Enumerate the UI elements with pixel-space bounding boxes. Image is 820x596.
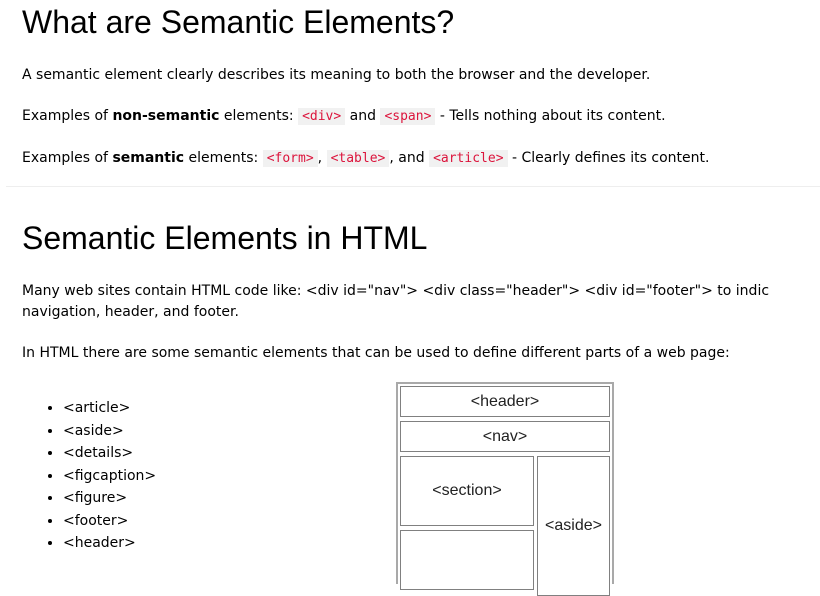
list-item: <aside>: [63, 420, 156, 443]
code-div: <div>: [298, 108, 346, 125]
page-title: What are Semantic Elements?: [22, 4, 455, 40]
list-item: <article>: [63, 397, 156, 420]
non-semantic-examples: Examples of non-semantic elements: <div>…: [22, 108, 666, 125]
diagram-aside: <aside>: [537, 456, 610, 596]
code-article: <article>: [429, 150, 508, 167]
diagram-nav: <nav>: [400, 421, 610, 452]
code-form: <form>: [262, 150, 318, 167]
divider: [6, 186, 820, 187]
diagram-section: <section>: [400, 456, 534, 526]
semantic-elements-list: <article> <aside> <details> <figcaption>…: [22, 397, 156, 555]
list-item: <header>: [63, 532, 156, 555]
diagram-header: <header>: [400, 386, 610, 417]
list-item: <footer>: [63, 510, 156, 533]
semantic-examples: Examples of semantic elements: <form>, <…: [22, 150, 710, 167]
html-code-text-line1: Many web sites contain HTML code like: <…: [22, 283, 770, 299]
list-item: <figcaption>: [63, 465, 156, 488]
semantic-parts-text: In HTML there are some semantic elements…: [22, 345, 730, 361]
diagram-article: [400, 530, 534, 590]
code-span: <span>: [380, 108, 436, 125]
html-code-text-line2: navigation, header, and footer.: [22, 304, 239, 320]
code-table: <table>: [326, 150, 390, 167]
list-item: <figure>: [63, 487, 156, 510]
intro-text: A semantic element clearly describes its…: [22, 67, 651, 83]
section-title: Semantic Elements in HTML: [22, 220, 428, 256]
list-item: <details>: [63, 442, 156, 465]
layout-diagram: <header> <nav> <section> <aside>: [396, 382, 614, 596]
